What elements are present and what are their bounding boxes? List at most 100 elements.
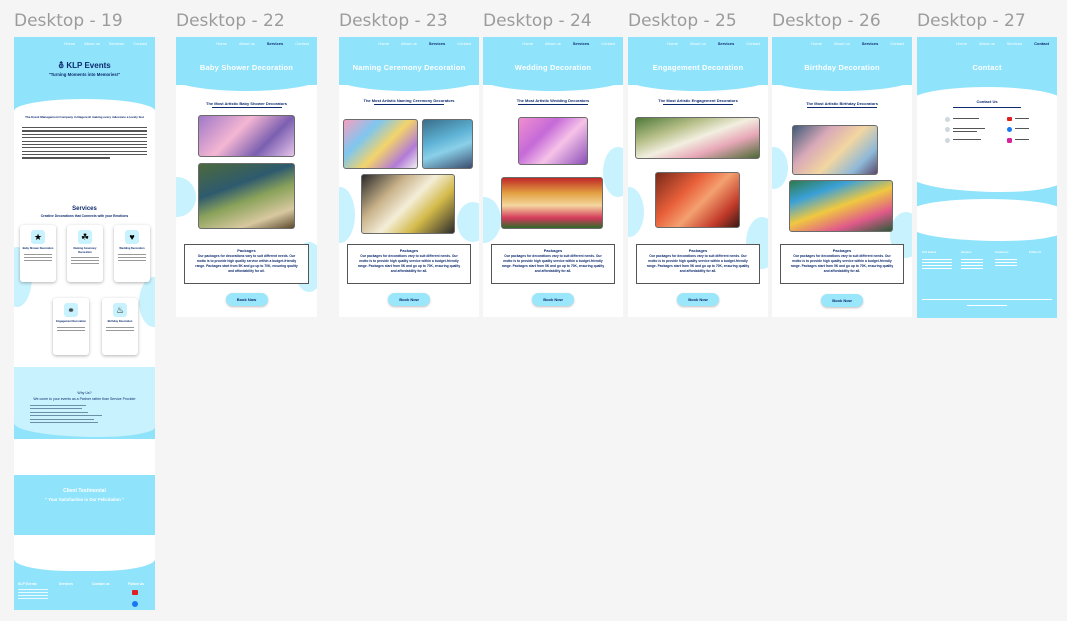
page-title: Birthday Decoration — [804, 63, 880, 72]
service-card-naming[interactable]: ☘ Naming Ceremony Decoration — [67, 225, 103, 282]
youtube-icon[interactable] — [132, 590, 138, 595]
subheading-underline — [807, 107, 877, 108]
frame-desktop-24[interactable]: Home About us Services Contact Wedding D… — [483, 37, 623, 317]
frame-label-desktop-27[interactable]: Desktop - 27 — [917, 11, 1026, 31]
birthday-photo — [789, 180, 893, 232]
youtube-icon[interactable] — [1007, 117, 1012, 121]
footer-divider — [922, 299, 1052, 300]
intro-heading: The Event Management Company in Nagercoi… — [25, 115, 144, 119]
book-now-button[interactable]: Book Now — [225, 293, 268, 306]
footer-follow: Follow Us — [1029, 251, 1042, 254]
nav-about[interactable]: About us — [979, 41, 995, 53]
subheading-underline — [374, 104, 444, 105]
nav-services[interactable]: Services — [109, 41, 124, 53]
nav-home[interactable]: Home — [811, 41, 822, 53]
spacer-section — [14, 535, 155, 571]
frame-label-desktop-25[interactable]: Desktop - 25 — [628, 11, 737, 31]
book-now-button[interactable]: Book Now — [532, 293, 574, 306]
service-card-baby-shower[interactable]: ★ Baby Shower Decoration — [20, 225, 56, 282]
services-subtitle: Creative Decorations that Connects with … — [40, 214, 129, 218]
frame-desktop-27[interactable]: Home About us Services Contact Contact C… — [917, 37, 1057, 318]
nav-about[interactable]: About us — [239, 41, 255, 53]
footer-follow: Follow Us — [128, 582, 145, 586]
baby-shower-photo — [198, 163, 295, 229]
frame-desktop-23[interactable]: Home About us Services Contact Naming Ce… — [339, 37, 479, 317]
hero-wave — [483, 77, 623, 91]
page-subheading: The Most Artistic Baby Shower Decorators — [206, 101, 287, 106]
testimonial-title: Client Testimonial — [63, 488, 106, 494]
nav-about[interactable]: About us — [401, 41, 417, 53]
nav-about[interactable]: About us — [545, 41, 561, 53]
frame-desktop-22[interactable]: Home About us Services Contact Baby Show… — [176, 37, 317, 317]
birthday-photo — [792, 125, 878, 175]
nav-about[interactable]: About us — [834, 41, 850, 53]
address-text — [953, 131, 977, 133]
book-now-button[interactable]: Book Now — [677, 293, 719, 306]
footer-brand: KLP Events — [922, 251, 937, 254]
nav-contact[interactable]: Contact — [746, 41, 760, 53]
book-now-button[interactable]: Book Now — [388, 293, 430, 306]
page-subheading: The Most Artistic Naming Ceremony Decora… — [363, 98, 455, 103]
top-nav: Home About us Services Contact — [917, 37, 1057, 53]
facebook-icon[interactable] — [1007, 127, 1012, 132]
instagram-icon[interactable] — [1007, 138, 1012, 143]
nav-home[interactable]: Home — [667, 41, 678, 53]
nav-contact[interactable]: Contact — [601, 41, 615, 53]
hero-wave — [772, 77, 912, 91]
nav-services[interactable]: Services — [1007, 41, 1022, 53]
nav-contact[interactable]: Contact — [457, 41, 471, 53]
nav-contact[interactable]: Contact — [133, 41, 147, 53]
book-now-button[interactable]: Book Now — [821, 294, 863, 307]
frame-label-desktop-22[interactable]: Desktop - 22 — [176, 11, 285, 31]
nav-contact[interactable]: Contact — [1034, 41, 1049, 53]
packages-text: Our packages for decorations vary to sui… — [790, 254, 894, 274]
baby-shower-photo — [198, 115, 295, 157]
copyright-text — [967, 305, 1007, 306]
frame-desktop-19[interactable]: Home About us Services Contact ⛢ KLP Eve… — [14, 37, 155, 610]
service-card-engagement[interactable]: ⚭ Engagement Decoration — [53, 298, 89, 355]
facebook-icon[interactable] — [132, 601, 138, 607]
email-icon — [945, 117, 950, 122]
brand-logo: ⛢ KLP Events — [14, 61, 155, 70]
nav-home[interactable]: Home — [216, 41, 227, 53]
address-text — [953, 128, 985, 130]
service-card-birthday[interactable]: ♨ Birthday Decoration — [102, 298, 138, 355]
spacer-section — [917, 199, 1057, 241]
packages-text: Our packages for decorations vary to sui… — [501, 254, 605, 274]
card-label: Baby Shower Decoration — [22, 247, 54, 250]
nav-home[interactable]: Home — [956, 41, 967, 53]
nav-about[interactable]: About us — [690, 41, 706, 53]
nav-about[interactable]: About us — [84, 41, 100, 53]
rings-icon: ⚭ — [64, 303, 78, 317]
nav-services[interactable]: Services — [573, 41, 589, 53]
frame-label-desktop-26[interactable]: Desktop - 26 — [772, 11, 881, 31]
frame-label-desktop-23[interactable]: Desktop - 23 — [339, 11, 448, 31]
packages-box: Packages Our packages for decorations va… — [347, 244, 471, 284]
frame-label-desktop-24[interactable]: Desktop - 24 — [483, 11, 592, 31]
nav-services[interactable]: Services — [429, 41, 445, 53]
frame-desktop-25[interactable]: Home About us Services Contact Engagemen… — [628, 37, 768, 317]
why-title: Why Us? — [77, 391, 92, 395]
service-card-wedding[interactable]: ♥ Wedding Decoration — [114, 225, 150, 282]
spacer-section — [14, 439, 155, 475]
nav-contact[interactable]: Contact — [295, 41, 309, 53]
testimonial-quote: " Your Satisfaction is Our Felicitation … — [45, 497, 124, 502]
decor-blob — [457, 202, 479, 242]
nav-home[interactable]: Home — [64, 41, 75, 53]
nav-services[interactable]: Services — [718, 41, 734, 53]
decor-blob — [176, 177, 196, 217]
subheading-underline — [953, 107, 1021, 108]
nav-home[interactable]: Home — [378, 41, 389, 53]
nav-services[interactable]: Services — [862, 41, 878, 53]
frame-desktop-26[interactable]: Home About us Services Contact Birthday … — [772, 37, 912, 317]
decor-blob — [628, 187, 644, 237]
nav-services[interactable]: Services — [267, 41, 283, 53]
nav-contact[interactable]: Contact — [890, 41, 904, 53]
baby-icon: ★ — [31, 230, 45, 244]
hero-wave — [176, 77, 317, 91]
nav-home[interactable]: Home — [522, 41, 533, 53]
frame-label-desktop-19[interactable]: Desktop - 19 — [14, 11, 123, 31]
why-us-section — [14, 367, 155, 437]
subheading-underline — [663, 104, 733, 105]
top-nav: Home About us Services Contact — [772, 37, 912, 53]
